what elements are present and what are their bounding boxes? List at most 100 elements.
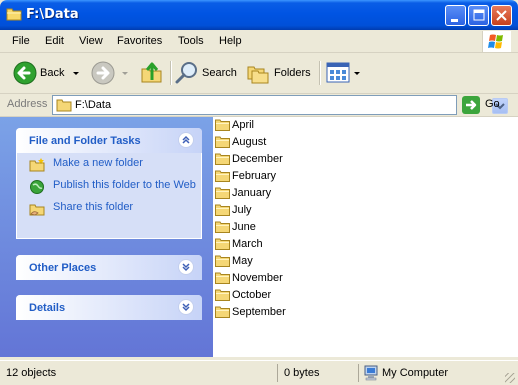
panel-body: Make a new folder Publish this folder to… bbox=[16, 153, 202, 239]
maximize-button[interactable] bbox=[468, 5, 489, 26]
panel-header[interactable]: Other Places bbox=[16, 255, 202, 280]
expand-icon[interactable] bbox=[178, 299, 194, 315]
list-item[interactable]: June bbox=[215, 219, 335, 235]
status-location: My Computer bbox=[382, 367, 449, 379]
explorer-window: F:\Data File Edit View Favorites Tools H… bbox=[0, 0, 518, 385]
folder-icon bbox=[215, 153, 230, 165]
folder-icon bbox=[215, 136, 230, 148]
task-publish-folder-web[interactable]: Publish this folder to the Web bbox=[17, 179, 201, 197]
maximize-icon bbox=[473, 9, 485, 21]
folder-icon bbox=[215, 272, 230, 284]
toolbar: Back Search Folders bbox=[0, 53, 518, 94]
back-arrow-icon bbox=[13, 61, 37, 85]
folder-icon bbox=[215, 289, 230, 301]
close-button[interactable] bbox=[491, 5, 512, 26]
list-item[interactable]: January bbox=[215, 185, 335, 201]
expand-icon[interactable] bbox=[178, 259, 194, 275]
file-folder-tasks-panel: File and Folder Tasks Make a new folder bbox=[16, 128, 202, 239]
address-value: F:\Data bbox=[75, 99, 112, 111]
list-item[interactable]: May bbox=[215, 253, 335, 269]
computer-icon bbox=[364, 365, 378, 381]
panel-header[interactable]: Details bbox=[16, 295, 202, 320]
folder-name: December bbox=[232, 153, 283, 165]
list-item[interactable]: September bbox=[215, 304, 335, 320]
folder-name: September bbox=[232, 306, 286, 318]
folder-icon bbox=[215, 119, 230, 131]
minimize-button[interactable] bbox=[445, 5, 466, 26]
forward-arrow-icon bbox=[91, 61, 115, 85]
list-item[interactable]: October bbox=[215, 287, 335, 303]
list-item[interactable]: August bbox=[215, 134, 335, 150]
collapse-icon[interactable] bbox=[178, 132, 194, 148]
new-folder-icon bbox=[29, 158, 45, 172]
list-item[interactable]: December bbox=[215, 151, 335, 167]
list-item[interactable]: March bbox=[215, 236, 335, 252]
folders-label: Folders bbox=[274, 67, 311, 79]
toolbar-separator bbox=[319, 61, 321, 85]
status-objects: 12 objects bbox=[6, 367, 57, 379]
window-title: F:\Data bbox=[26, 7, 79, 22]
address-input[interactable]: F:\Data bbox=[52, 95, 508, 115]
folder-icon bbox=[6, 8, 22, 21]
folder-name: August bbox=[232, 136, 267, 148]
menu-file[interactable]: File bbox=[12, 35, 30, 47]
status-size-cell: 0 bytes bbox=[279, 364, 359, 382]
folder-name: October bbox=[232, 289, 272, 301]
go-button[interactable]: Go bbox=[485, 98, 500, 110]
panel-header[interactable]: File and Folder Tasks bbox=[16, 128, 202, 153]
back-label: Back bbox=[40, 67, 65, 79]
menu-edit[interactable]: Edit bbox=[45, 35, 64, 47]
list-item[interactable]: February bbox=[215, 168, 335, 184]
views-icon bbox=[326, 62, 350, 83]
task-pane: File and Folder Tasks Make a new folder bbox=[0, 117, 213, 357]
status-location-cell: My Computer bbox=[360, 364, 505, 382]
list-item[interactable]: July bbox=[215, 202, 335, 218]
go-arrow-icon[interactable] bbox=[462, 96, 480, 114]
search-button[interactable]: Search bbox=[175, 59, 239, 87]
folder-icon bbox=[215, 221, 230, 233]
folder-icon bbox=[215, 255, 230, 267]
panel-title: Details bbox=[29, 302, 66, 314]
list-item[interactable]: November bbox=[215, 270, 335, 286]
close-icon bbox=[496, 10, 507, 21]
windows-logo-icon bbox=[482, 31, 511, 52]
up-folder-icon bbox=[141, 62, 162, 83]
menu-favorites[interactable]: Favorites bbox=[117, 35, 162, 47]
forward-button[interactable] bbox=[88, 59, 130, 87]
panel-title: File and Folder Tasks bbox=[29, 135, 141, 147]
folder-name: November bbox=[232, 272, 283, 284]
views-button[interactable] bbox=[326, 59, 362, 87]
folder-icon bbox=[215, 238, 230, 250]
address-bar: Address F:\Data Go bbox=[0, 94, 518, 117]
list-item[interactable]: April bbox=[215, 117, 335, 133]
task-share-folder[interactable]: Share this folder bbox=[17, 201, 201, 219]
menu-help[interactable]: Help bbox=[219, 35, 242, 47]
folder-icon bbox=[215, 204, 230, 216]
task-label: Publish this folder to the Web bbox=[53, 179, 196, 191]
folder-name: June bbox=[232, 221, 256, 233]
folders-icon bbox=[247, 66, 269, 84]
folder-name: July bbox=[232, 204, 252, 216]
menu-bar: File Edit View Favorites Tools Help bbox=[0, 30, 518, 53]
folders-button[interactable]: Folders bbox=[246, 59, 314, 87]
publish-web-icon bbox=[30, 180, 44, 194]
status-objects-cell: 12 objects bbox=[0, 364, 278, 382]
details-panel: Details bbox=[16, 295, 202, 320]
title-bar[interactable]: F:\Data bbox=[0, 0, 518, 30]
menu-view[interactable]: View bbox=[79, 35, 103, 47]
back-button[interactable]: Back bbox=[10, 59, 82, 87]
folder-icon bbox=[215, 170, 230, 182]
resize-grip[interactable] bbox=[505, 373, 515, 383]
folder-name: February bbox=[232, 170, 277, 182]
up-folder-button[interactable] bbox=[138, 59, 166, 87]
status-size: 0 bytes bbox=[284, 367, 320, 379]
toolbar-separator bbox=[170, 61, 172, 85]
menu-tools[interactable]: Tools bbox=[178, 35, 204, 47]
folder-name: May bbox=[232, 255, 253, 267]
task-make-new-folder[interactable]: Make a new folder bbox=[17, 157, 201, 175]
back-dropdown-icon[interactable] bbox=[73, 72, 79, 75]
forward-dropdown-icon[interactable] bbox=[122, 72, 128, 75]
address-label: Address bbox=[7, 98, 48, 110]
task-label: Share this folder bbox=[53, 201, 134, 213]
views-dropdown-icon[interactable] bbox=[354, 72, 360, 75]
